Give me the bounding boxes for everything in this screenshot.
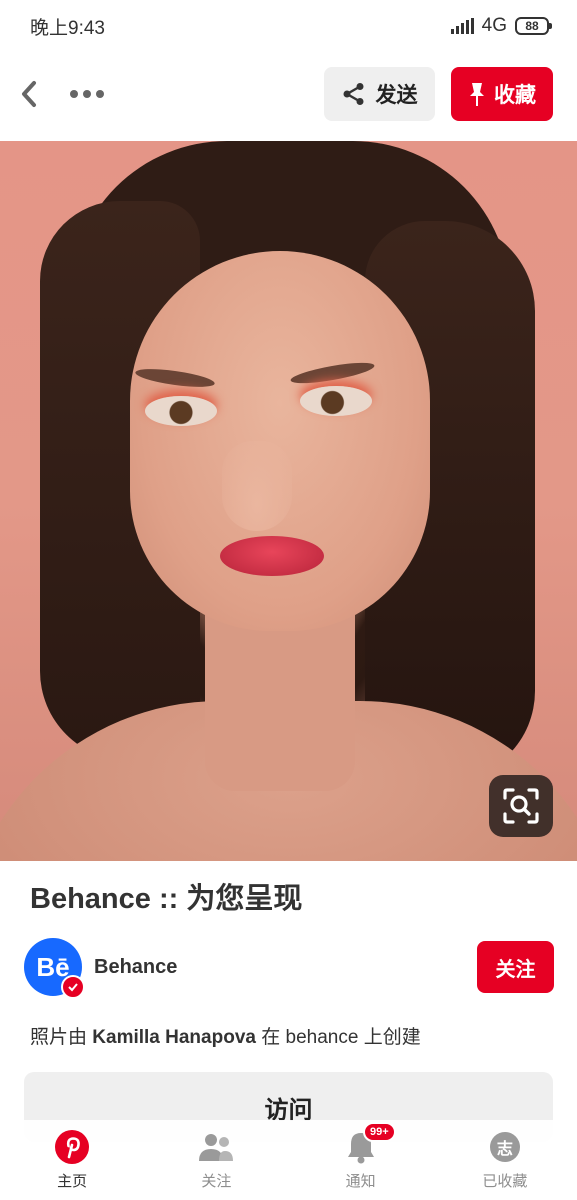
- top-bar: 发送 收藏: [0, 62, 577, 126]
- follow-button[interactable]: 关注: [477, 941, 554, 993]
- nav-label-notifications: 通知: [345, 1173, 376, 1190]
- nav-item-following[interactable]: 关注: [161, 1128, 271, 1191]
- nav-item-saved[interactable]: 志 已收藏: [450, 1128, 560, 1191]
- photo-credit: 照片由 Kamilla Hanapova 在 behance 上创建: [30, 1022, 421, 1049]
- back-icon[interactable]: [20, 80, 44, 108]
- battery-icon: 88: [515, 17, 552, 35]
- top-left-actions: [20, 80, 104, 108]
- signal-icon: [450, 18, 474, 34]
- visual-search-icon: [503, 788, 539, 824]
- creator-profile[interactable]: Bē Behance: [24, 938, 177, 999]
- network-type: 4G: [481, 15, 507, 36]
- notification-badge: 99+: [362, 1122, 396, 1142]
- pin-icon: [470, 83, 484, 106]
- bell-icon: 99+: [342, 1122, 396, 1166]
- status-indicators: 4G 88: [450, 15, 552, 37]
- credit-prefix: 照片由: [30, 1027, 93, 1048]
- nav-label-following: 关注: [201, 1173, 232, 1190]
- share-icon: [343, 83, 363, 105]
- credit-author: Kamilla Hanapova: [92, 1027, 256, 1048]
- more-options-icon[interactable]: [70, 90, 104, 98]
- nav-item-home[interactable]: 主页: [17, 1128, 127, 1191]
- bottom-nav: 主页 关注 99+ 通知 志 已收藏: [0, 1120, 577, 1200]
- profile-icon: 志: [486, 1128, 524, 1166]
- nav-label-home: 主页: [57, 1173, 88, 1190]
- send-button[interactable]: 发送: [324, 67, 435, 121]
- nav-label-saved: 已收藏: [482, 1173, 528, 1190]
- creator-name[interactable]: Behance: [94, 956, 177, 979]
- people-icon: [197, 1128, 235, 1166]
- save-label: 收藏: [494, 84, 536, 107]
- pinterest-icon: [53, 1128, 91, 1166]
- creator-avatar[interactable]: Bē: [24, 938, 85, 999]
- nav-item-notifications[interactable]: 99+ 通知: [306, 1122, 416, 1191]
- verified-icon: [61, 975, 85, 999]
- status-bar: 晚上9:43 4G 88: [0, 0, 577, 52]
- top-right-actions: 发送 收藏: [324, 67, 553, 121]
- pin-image[interactable]: [0, 141, 577, 861]
- creator-row: Bē Behance 关注: [24, 937, 554, 999]
- send-label: 发送: [375, 84, 418, 107]
- pin-title: Behance :: 为您呈现: [30, 883, 303, 915]
- visual-search-button[interactable]: [489, 775, 553, 837]
- save-button[interactable]: 收藏: [451, 67, 553, 121]
- status-time: 晚上9:43: [30, 17, 105, 39]
- credit-suffix: 在 behance 上创建: [255, 1027, 421, 1048]
- battery-level: 88: [525, 19, 539, 33]
- profile-avatar-text: 志: [496, 1141, 513, 1158]
